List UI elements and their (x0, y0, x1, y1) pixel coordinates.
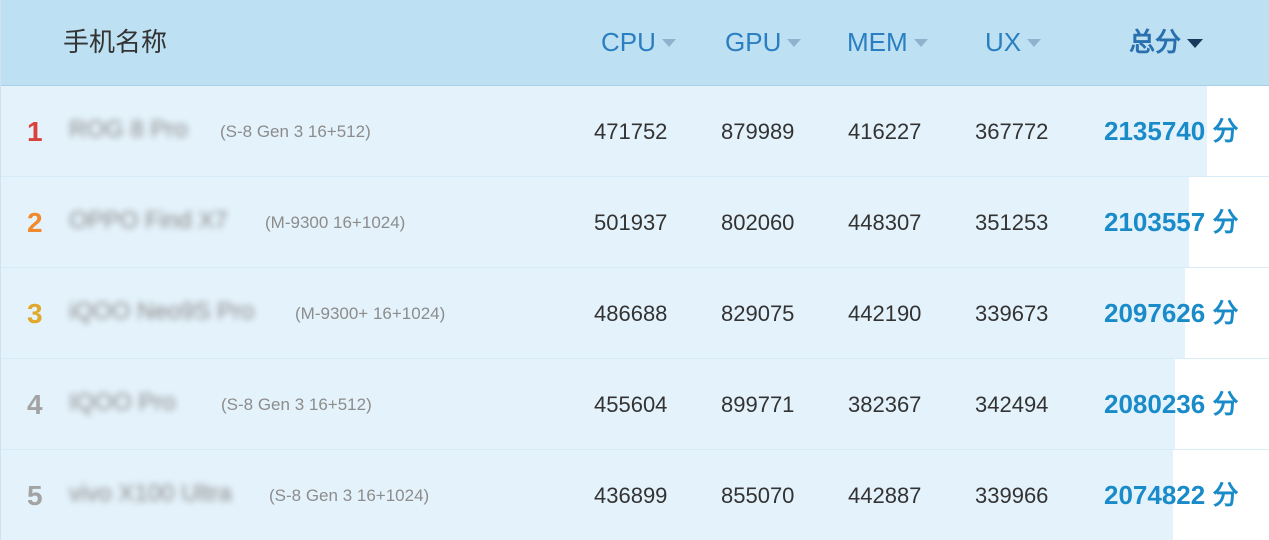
total-value: 2103557 (1104, 207, 1206, 237)
rank-number: 1 (27, 116, 43, 147)
sort-caret-icon (913, 39, 928, 47)
rank-number: 3 (27, 298, 43, 329)
total-value: 2080236 (1104, 389, 1206, 419)
ux-score: 342494 (975, 392, 1049, 417)
total-value: 2135740 (1104, 116, 1206, 146)
total-score: 2080236 分 (1104, 359, 1239, 449)
phone-spec: (M-9300 16+1024) (265, 213, 406, 232)
ux-header-label: UX (985, 27, 1022, 57)
ux-score: 367772 (975, 119, 1049, 144)
column-header-ux[interactable]: UX (985, 24, 1042, 60)
total-value: 2097626 (1104, 298, 1206, 328)
total-score: 2097626 分 (1104, 268, 1239, 358)
phone-name: OPPO Find X7 (69, 207, 228, 234)
cpu-score: 436899 (594, 483, 668, 508)
cpu-score: 455604 (594, 392, 668, 417)
phone-spec: (M-9300+ 16+1024) (295, 304, 446, 323)
phone-spec: (S-8 Gen 3 16+512) (221, 395, 372, 414)
ux-score: 339673 (975, 301, 1049, 326)
cpu-score: 486688 (594, 301, 668, 326)
phone-name: vivo X100 Ultra (69, 480, 232, 507)
total-value: 2074822 (1104, 480, 1206, 510)
table-row[interactable]: 2 OPPO Find X7 (M-9300 16+1024) 501937 8… (1, 177, 1269, 268)
column-header-name: 手机名称 (63, 27, 168, 57)
rank-number: 4 (27, 389, 43, 420)
cpu-score: 501937 (594, 210, 668, 235)
phone-spec: (S-8 Gen 3 16+1024) (269, 486, 430, 505)
total-score: 2074822 分 (1104, 450, 1238, 540)
ux-score: 351253 (975, 210, 1049, 235)
mem-score: 442190 (848, 301, 922, 326)
table-row[interactable]: 1 ROG 8 Pro (S-8 Gen 3 16+512) 471752 87… (1, 86, 1269, 177)
phone-name: iQOO Neo9S Pro (69, 298, 255, 325)
column-header-cpu[interactable]: CPU (601, 24, 676, 60)
total-unit: 分 (1212, 207, 1239, 237)
sort-caret-icon (1027, 39, 1042, 47)
sort-active-caret-icon (1187, 38, 1204, 48)
table-row[interactable]: 3 iQOO Neo9S Pro (M-9300+ 16+1024) 48668… (1, 268, 1269, 359)
mem-score: 416227 (848, 119, 922, 144)
gpu-score: 899771 (721, 392, 795, 417)
phone-spec: (S-8 Gen 3 16+512) (220, 122, 371, 141)
table-row[interactable]: 4 IQOO Pro (S-8 Gen 3 16+512) 455604 899… (1, 359, 1269, 450)
total-unit: 分 (1212, 116, 1239, 146)
sort-caret-icon (787, 39, 802, 47)
total-unit: 分 (1212, 480, 1239, 510)
mem-score: 382367 (848, 392, 922, 417)
cpu-header-label: CPU (601, 27, 656, 57)
mem-score: 442887 (848, 483, 922, 508)
gpu-score: 879989 (721, 119, 795, 144)
table-header: 手机名称 CPU GPU MEM UX 总分 (1, 0, 1269, 86)
column-header-mem[interactable]: MEM (847, 24, 928, 60)
total-score: 2103557 分 (1104, 177, 1239, 267)
ux-score: 339966 (975, 483, 1049, 508)
rank-number: 5 (27, 480, 43, 511)
column-header-gpu[interactable]: GPU (725, 24, 802, 60)
gpu-score: 802060 (721, 210, 795, 235)
total-unit: 分 (1212, 389, 1239, 419)
cpu-score: 471752 (594, 119, 668, 144)
gpu-score: 855070 (721, 483, 795, 508)
mem-header-label: MEM (847, 27, 908, 57)
total-unit: 分 (1212, 298, 1239, 328)
total-header-label: 总分 (1129, 27, 1182, 57)
table-row[interactable]: 5 vivo X100 Ultra (S-8 Gen 3 16+1024) 43… (1, 450, 1269, 540)
gpu-header-label: GPU (725, 27, 782, 57)
ranking-table: 手机名称 CPU GPU MEM UX 总分 1 ROG 8 Pro (S-8 … (0, 0, 1269, 540)
phone-name: IQOO Pro (69, 389, 176, 416)
sort-caret-icon (661, 39, 676, 47)
rank-number: 2 (27, 207, 43, 238)
total-score: 2135740 分 (1104, 86, 1239, 176)
phone-name: ROG 8 Pro (69, 116, 188, 143)
column-header-total[interactable]: 总分 (1129, 24, 1204, 60)
mem-score: 448307 (848, 210, 922, 235)
gpu-score: 829075 (721, 301, 795, 326)
